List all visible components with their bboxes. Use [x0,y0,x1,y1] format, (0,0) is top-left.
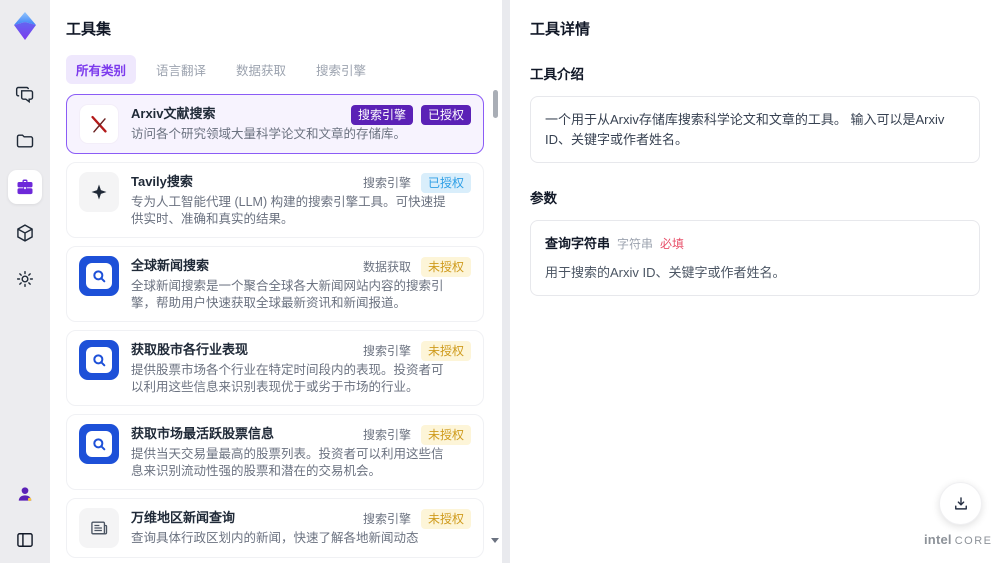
tool-card-global-news[interactable]: 全球新闻搜索 全球新闻搜索是一个聚合全球各大新闻网站内容的搜索引擎，帮助用户快速… [66,246,484,322]
category-badge: 搜索引擎 [362,428,411,442]
category-badge: 搜索引擎 [362,512,411,526]
app-rail [0,0,50,563]
newspaper-icon [79,508,119,548]
category-badge: 搜索引擎 [350,105,413,125]
tavily-star-icon [79,172,119,212]
category-badge: 数据获取 [362,260,411,274]
param-box: 查询字符串 字符串 必填 用于搜索的Arxiv ID、关键字或作者姓名。 [530,220,980,296]
gear-icon [16,270,34,288]
tool-detail-panel: 工具详情 工具介绍 一个用于从Arxiv存储库搜索科学论文和文章的工具。 输入可… [510,0,1000,563]
tab-data-fetch[interactable]: 数据获取 [226,55,296,84]
nav-models[interactable] [8,216,42,250]
auth-status-badge: 已授权 [420,105,471,125]
gem-logo-icon [14,12,36,40]
nav-toolbox-active[interactable] [8,170,42,204]
category-badge: 搜索引擎 [362,176,411,190]
download-button[interactable] [939,482,982,525]
param-desc: 用于搜索的Arxiv ID、关键字或作者姓名。 [545,264,786,280]
intro-box: 一个用于从Arxiv存储库搜索科学论文和文章的工具。 输入可以是Arxiv ID… [530,96,980,163]
tool-cards: Arxiv文献搜索 访问各个研究领域大量科学论文和文章的存储库。 搜索引擎 已授… [50,84,502,558]
intel-wordmark: intel [924,532,952,547]
tool-list-panel: 工具集 所有类别 语言翻译 数据获取 搜索引擎 Arxiv文献搜索 访问各个研究… [50,0,502,563]
app-logo[interactable] [7,8,43,44]
juhe-search-icon [79,424,119,464]
juhe-search-icon [79,340,119,380]
chat-icon [15,86,34,104]
param-type: 字符串 [617,237,654,251]
list-scrollbar[interactable] [491,88,499,563]
category-tabs: 所有类别 语言翻译 数据获取 搜索引擎 [66,55,486,84]
nav-toggle-panel[interactable] [8,523,42,557]
intel-core-logo: intel CORE [924,531,991,549]
params-heading: 参数 [530,191,557,206]
tool-desc: 访问各个研究领域大量科学论文和文章的存储库。 [131,127,407,141]
sidebar-toggle-icon [17,533,33,547]
auth-status-badge: 未授权 [420,509,471,529]
page-title: 工具集 [66,21,112,38]
juhe-search-icon [79,256,119,296]
tab-all-categories[interactable]: 所有类别 [66,55,137,84]
arxiv-logo-icon [79,104,119,144]
user-icon [18,487,32,502]
nav-chat[interactable] [8,78,42,112]
tool-card-most-active-stocks[interactable]: 获取市场最活跃股票信息 提供当天交易量最高的股票列表。投资者可以利用这些信息来识… [66,414,484,490]
scrollbar-thumb[interactable] [493,90,498,118]
nav-files[interactable] [8,124,42,158]
tool-card-arxiv[interactable]: Arxiv文献搜索 访问各个研究领域大量科学论文和文章的存储库。 搜索引擎 已授… [66,94,484,154]
folder-icon [16,134,34,148]
detail-title: 工具详情 [530,21,591,38]
core-wordmark: CORE [954,535,993,547]
auth-status-badge: 未授权 [420,257,471,277]
nav-account[interactable] [8,477,42,511]
param-required-flag: 必填 [660,237,685,251]
auth-status-badge: 未授权 [420,425,471,445]
scroll-down-arrow[interactable] [491,538,499,543]
tab-translation[interactable]: 语言翻译 [146,55,216,84]
nav-settings[interactable] [8,262,42,296]
tool-desc: 全球新闻搜索是一个聚合全球各大新闻网站内容的搜索引擎，帮助用户快速获取全球最新资… [131,279,444,310]
cube-icon [17,224,33,242]
download-icon [954,496,967,510]
tool-desc: 专为人工智能代理 (LLM) 构建的搜索引擎工具。可快速提供实时、准确和真实的结… [131,195,446,226]
category-badge: 搜索引擎 [362,344,411,358]
param-name: 查询字符串 [545,236,611,251]
tool-card-tavily[interactable]: Tavily搜索 专为人工智能代理 (LLM) 构建的搜索引擎工具。可快速提供实… [66,162,484,238]
tool-card-sector-performance[interactable]: 获取股市各行业表现 提供股票市场各个行业在特定时间段内的表现。投资者可以利用这些… [66,330,484,406]
intro-text: 一个用于从Arxiv存储库搜索科学论文和文章的工具。 输入可以是Arxiv ID… [545,112,945,147]
tab-search-engine[interactable]: 搜索引擎 [306,55,376,84]
tool-card-regional-news[interactable]: 万维地区新闻查询 查询具体行政区划内的新闻，快速了解各地新闻动态 搜索引擎 未授… [66,498,484,558]
tool-desc: 查询具体行政区划内的新闻，快速了解各地新闻动态 [131,531,419,545]
intro-heading: 工具介绍 [530,67,584,82]
tool-desc: 提供当天交易量最高的股票列表。投资者可以利用这些信息来识别流动性强的股票和潜在的… [131,447,444,478]
briefcase-icon [17,179,33,195]
auth-status-badge: 未授权 [420,341,471,361]
tool-desc: 提供股票市场各个行业在特定时间段内的表现。投资者可以利用这些信息来识别表现优于或… [131,363,444,394]
auth-status-badge: 已授权 [420,173,471,193]
